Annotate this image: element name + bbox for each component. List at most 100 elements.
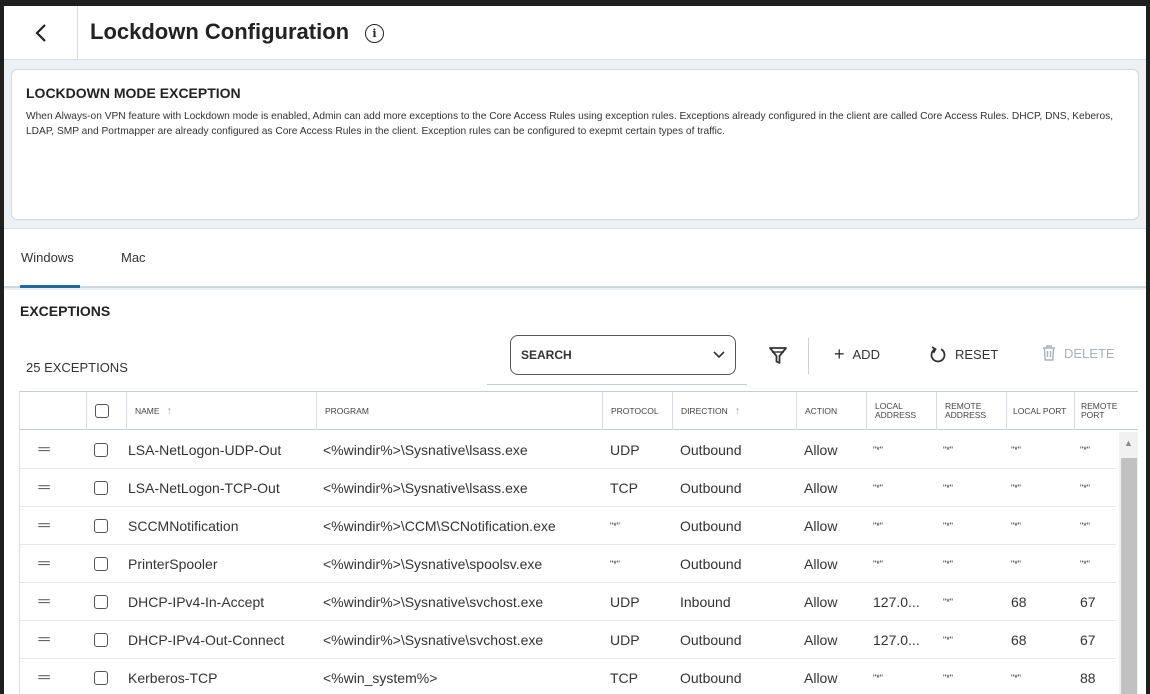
table-scrollbar[interactable]: ▲ — [1119, 432, 1138, 694]
cell-remote-address: "*" — [943, 482, 953, 493]
row-checkbox[interactable] — [94, 632, 108, 647]
table-row[interactable]: ═ LSA-NetLogon-UDP-Out <%windir%>\Sysnativ… — [20, 431, 1116, 469]
cell-program: <%windir%>\Sysnative\spoolsv.exe — [323, 555, 543, 572]
table-row[interactable]: ═ SCCMNotification <%windir%>\CCM\SCNotifi… — [20, 507, 1116, 545]
table-row[interactable]: ═ PrinterSpooler <%windir%>\Sysnative\spoo… — [20, 545, 1116, 583]
select-all-checkbox[interactable] — [95, 404, 109, 418]
row-checkbox[interactable] — [94, 670, 108, 685]
column-name[interactable]: NAME ↑ — [126, 392, 316, 430]
column-action[interactable]: ACTION — [796, 392, 866, 430]
filter-icon[interactable] — [768, 346, 788, 366]
search-label: SEARCH — [521, 348, 572, 362]
cell-local-address: 127.0... — [873, 631, 920, 648]
column-local-port-label: LOCAL PORT — [1013, 405, 1067, 416]
search-underline — [487, 384, 747, 385]
column-remote-address[interactable]: REMOTE ADDRESS — [936, 392, 1006, 430]
chevron-down-icon — [713, 351, 725, 359]
cell-protocol: TCP — [610, 669, 638, 686]
drag-handle-icon[interactable]: ═ — [20, 507, 68, 544]
reset-button[interactable]: RESET — [929, 345, 998, 363]
app-frame: Lockdown Configuration i LOCKDOWN MODE E… — [4, 6, 1146, 694]
sort-asc-icon[interactable]: ↑ — [735, 405, 741, 416]
drag-handle-icon[interactable]: ═ — [20, 621, 68, 658]
column-program-label: PROGRAM — [325, 405, 369, 416]
cell-remote-port: 67 — [1080, 593, 1096, 610]
table-row[interactable]: ═ DHCP-IPv4-In-Accept <%windir%>\Sysnative… — [20, 583, 1116, 621]
table-row[interactable]: ═ Kerberos-TCP <%win_system%> TCP Outbound Al… — [20, 659, 1116, 694]
cell-name: DHCP-IPv4-In-Accept — [128, 593, 265, 610]
delete-button[interactable]: DELETE — [1042, 345, 1115, 361]
cell-remote-port: 67 — [1080, 631, 1096, 648]
cell-local-port: "*" — [1011, 672, 1021, 683]
cell-program: <%windir%>\Sysnative\lsass.exe — [323, 441, 528, 458]
cell-direction: Outbound — [680, 479, 742, 496]
column-local-port[interactable]: LOCAL PORT — [1006, 392, 1074, 430]
column-protocol[interactable]: PROTOCOL — [602, 392, 672, 430]
drag-handle-icon[interactable]: ═ — [20, 469, 68, 506]
drag-handle-icon[interactable]: ═ — [20, 545, 68, 582]
column-direction-label: DIRECTION — [681, 405, 728, 416]
cell-local-address: "*" — [873, 444, 883, 455]
cell-direction: Outbound — [680, 669, 742, 686]
table-row[interactable]: ═ DHCP-IPv4-Out-Connect <%windir%>\Sysnati… — [20, 621, 1116, 659]
column-remote-port-label: REMOTE PORT — [1081, 401, 1118, 420]
row-checkbox[interactable] — [94, 518, 108, 533]
exceptions-panel: EXCEPTIONS 25 EXCEPTIONS SEARCH + ADD RE… — [4, 290, 1146, 694]
tab-mac[interactable]: Mac — [121, 250, 146, 265]
cell-direction: Inbound — [680, 593, 731, 610]
add-label: ADD — [852, 346, 880, 362]
row-select-cell — [94, 431, 118, 468]
search-dropdown[interactable]: SEARCH — [510, 335, 736, 375]
cell-name: LSA-NetLogon-TCP-Out — [128, 479, 280, 496]
cell-name: PrinterSpooler — [128, 555, 218, 572]
cell-name: DHCP-IPv4-Out-Connect — [128, 631, 285, 648]
cell-protocol: UDP — [610, 631, 640, 648]
scroll-up-icon[interactable]: ▲ — [1124, 438, 1133, 448]
cell-program: <%windir%>\Sysnative\svchost.exe — [323, 593, 544, 610]
cell-local-address: "*" — [873, 672, 883, 683]
column-protocol-label: PROTOCOL — [611, 405, 659, 416]
drag-handle-icon[interactable]: ═ — [20, 583, 68, 620]
page-header: Lockdown Configuration i — [4, 6, 1146, 60]
reset-icon — [930, 346, 946, 363]
cell-local-port: "*" — [1011, 520, 1021, 531]
cell-direction: Outbound — [680, 517, 742, 534]
drag-handle-icon[interactable]: ═ — [20, 659, 68, 694]
row-checkbox[interactable] — [94, 442, 108, 457]
plus-icon: + — [834, 344, 845, 364]
cell-remote-port: "*" — [1080, 520, 1090, 531]
reset-label: RESET — [955, 346, 999, 362]
cell-remote-address: "*" — [943, 672, 953, 683]
info-icon[interactable]: i — [365, 24, 384, 43]
sort-asc-icon[interactable]: ↑ — [167, 405, 173, 416]
drag-handle-icon[interactable]: ═ — [20, 431, 68, 468]
column-program[interactable]: PROGRAM — [316, 392, 602, 430]
cell-action: Allow — [804, 517, 838, 534]
cell-program: <%windir%>\Sysnative\lsass.exe — [323, 479, 528, 496]
column-remote-port[interactable]: REMOTE PORT — [1074, 392, 1138, 430]
cell-remote-address: "*" — [943, 444, 953, 455]
cell-action: Allow — [804, 441, 838, 458]
card-title: LOCKDOWN MODE EXCEPTION — [26, 85, 241, 101]
add-button[interactable]: + ADD — [834, 345, 880, 363]
back-button[interactable] — [4, 6, 78, 60]
cell-local-port: "*" — [1011, 558, 1021, 569]
column-direction[interactable]: DIRECTION ↑ — [672, 392, 796, 430]
scrollbar-thumb[interactable] — [1121, 458, 1137, 694]
row-checkbox[interactable] — [94, 480, 108, 495]
cell-name: SCCMNotification — [128, 517, 239, 534]
cell-remote-address: "*" — [943, 520, 953, 531]
cell-local-address: 127.0... — [873, 593, 920, 610]
table-row[interactable]: ═ LSA-NetLogon-TCP-Out <%windir%>\Sysnativ… — [20, 469, 1116, 507]
column-local-address[interactable]: LOCAL ADDRESS — [866, 392, 936, 430]
tab-windows[interactable]: Windows — [21, 250, 74, 265]
cell-action: Allow — [804, 669, 838, 686]
row-checkbox[interactable] — [94, 556, 108, 571]
page-title: Lockdown Configuration — [90, 19, 350, 44]
cell-remote-port: 88 — [1080, 669, 1096, 686]
column-action-label: ACTION — [805, 405, 838, 416]
cell-name: Kerberos-TCP — [128, 669, 218, 686]
cell-action: Allow — [804, 631, 838, 648]
row-checkbox[interactable] — [94, 594, 108, 609]
cell-action: Allow — [804, 555, 838, 572]
